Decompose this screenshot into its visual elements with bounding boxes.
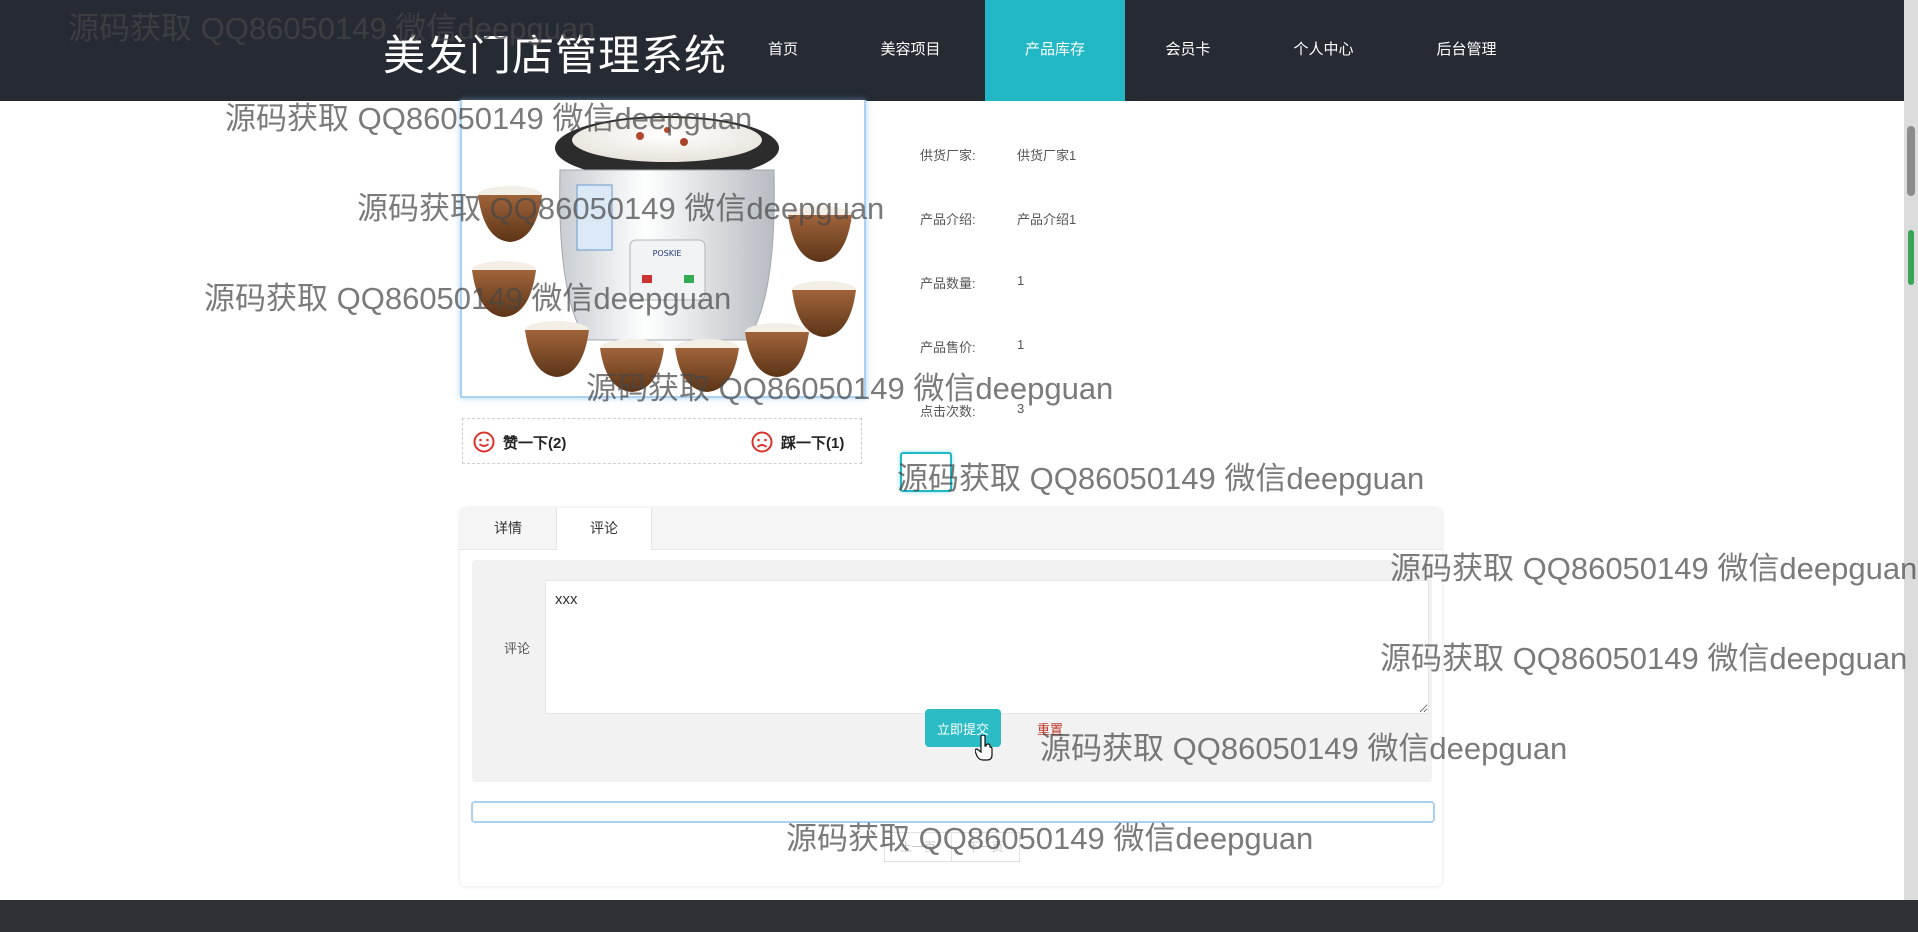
page-scrollbar[interactable]	[1904, 0, 1918, 900]
detail-value-clicks: 3	[1017, 401, 1025, 416]
detail-value-supplier: 供货厂家1	[1017, 148, 1077, 163]
action-button[interactable]	[900, 452, 952, 492]
nav-beauty-projects[interactable]: 美容项目	[836, 0, 985, 101]
tab-details[interactable]: 详情	[460, 508, 556, 549]
main-nav: 首页 美容项目 产品库存 会员卡 个人中心 后台管理	[730, 0, 1537, 101]
nav-personal-center[interactable]: 个人中心	[1251, 0, 1396, 101]
watermark: 源码获取 QQ86050149 微信deepguan	[1390, 551, 1918, 586]
scrollbar-thumb[interactable]	[1907, 126, 1915, 196]
detail-label-price: 产品售价:	[920, 340, 976, 355]
watermark: 源码获取 QQ86050149 微信deepguan	[1380, 641, 1908, 676]
page-footer	[0, 900, 1918, 932]
prev-page-button[interactable]: 上一页	[884, 832, 952, 862]
dislike-label: 踩一下(1)	[781, 434, 845, 452]
detail-label-supplier: 供货厂家:	[920, 148, 976, 163]
nav-membership-card[interactable]: 会员卡	[1125, 0, 1251, 101]
site-title: 美发门店管理系统	[383, 32, 728, 79]
watermark: 源码获取 QQ86050149 微信deepguan	[897, 461, 1425, 496]
like-button[interactable]: 赞一下(2)	[473, 431, 566, 453]
top-header: 美发门店管理系统 首页 美容项目 产品库存 会员卡 个人中心 后台管理	[0, 0, 1904, 101]
smile-icon	[473, 431, 495, 453]
nav-home[interactable]: 首页	[730, 0, 836, 101]
reset-button[interactable]: 重置	[1037, 719, 1063, 738]
svg-text:POSKIE: POSKIE	[653, 249, 682, 258]
detail-label-quantity: 产品数量:	[920, 276, 976, 291]
nav-admin[interactable]: 后台管理	[1396, 0, 1537, 101]
comment-form: 评论 xxx	[472, 560, 1432, 782]
hand-cursor-icon	[975, 735, 993, 761]
tab-bar: 详情 评论	[460, 508, 1442, 550]
vote-bar: 赞一下(2) 踩一下(1)	[462, 418, 862, 464]
frown-icon	[751, 431, 773, 453]
comment-textarea[interactable]: xxx	[545, 580, 1429, 714]
tab-comments[interactable]: 评论	[556, 508, 652, 550]
detail-label-intro: 产品介绍:	[920, 212, 976, 227]
detail-label-clicks: 点击次数:	[920, 404, 976, 419]
scrollbar-indicator	[1908, 230, 1914, 285]
detail-value-intro: 产品介绍1	[1017, 212, 1077, 227]
rice-cooker-image: POSKIE	[472, 116, 856, 392]
detail-value-quantity: 1	[1017, 273, 1025, 288]
comment-list	[471, 801, 1435, 823]
product-image: POSKIE	[460, 100, 866, 398]
nav-product-inventory[interactable]: 产品库存	[985, 0, 1125, 101]
like-label: 赞一下(2)	[503, 434, 567, 452]
comment-label: 评论	[504, 641, 531, 656]
dislike-button[interactable]: 踩一下(1)	[751, 431, 844, 453]
detail-value-price: 1	[1017, 337, 1025, 352]
next-page-button[interactable]: 下一页	[951, 832, 1020, 862]
tab-panel: 详情 评论 评论 xxx	[460, 508, 1442, 886]
